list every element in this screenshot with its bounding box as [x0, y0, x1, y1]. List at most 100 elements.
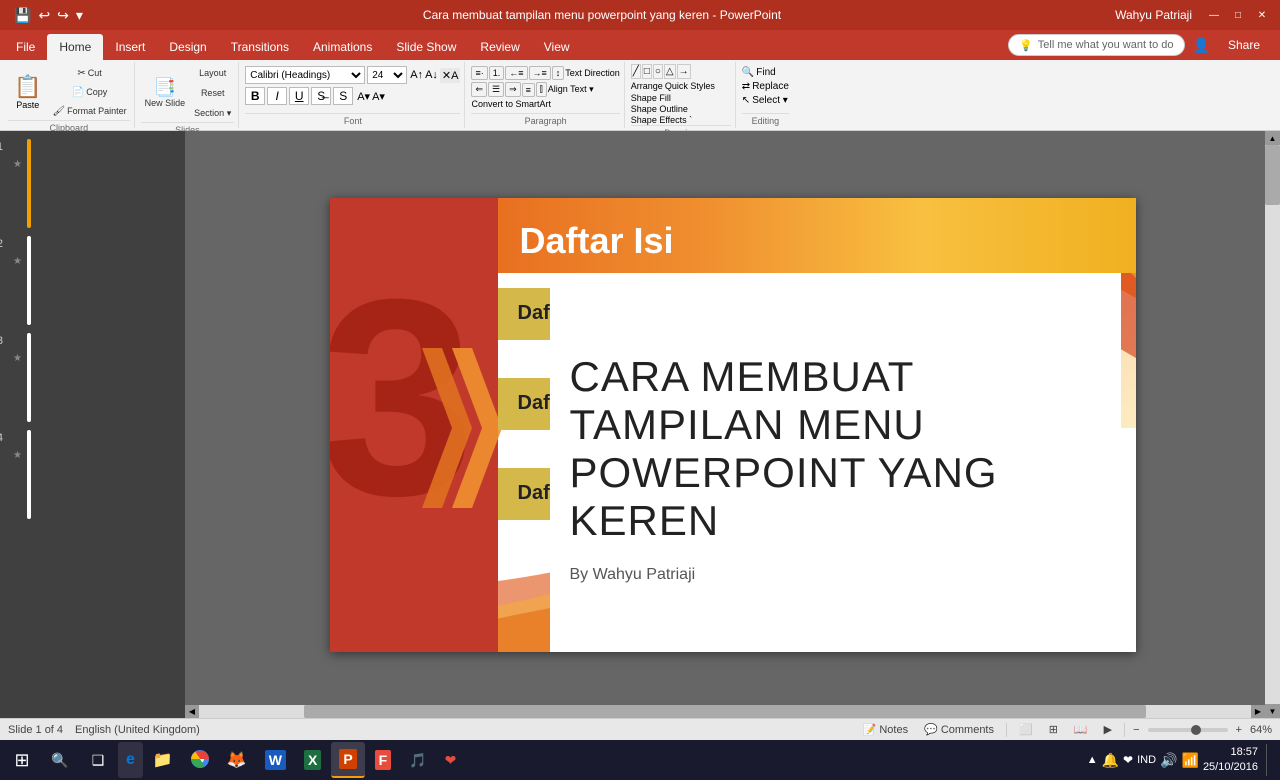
tab-animations[interactable]: Animations — [301, 34, 384, 60]
scroll-right-button[interactable]: ▶ — [1251, 705, 1265, 718]
shape-arrow[interactable]: → — [677, 64, 691, 79]
h-scroll-thumb[interactable] — [304, 705, 1146, 718]
edge-app[interactable]: e — [118, 742, 143, 778]
align-left-button[interactable]: ⇐ — [471, 82, 487, 97]
slide-3-thumbnail[interactable]: ▶ DAFTAR 2 — [27, 333, 31, 422]
undo-icon[interactable]: ↩ — [36, 5, 52, 26]
tab-review[interactable]: Review — [468, 34, 531, 60]
slide-sorter-button[interactable]: ⊞ — [1045, 722, 1062, 737]
new-slide-button[interactable]: 📑 New Slide — [141, 67, 190, 119]
horizontal-scrollbar[interactable]: ◀ ▶ — [185, 705, 1265, 718]
zoom-out-button[interactable]: − — [1133, 724, 1139, 736]
copy-button[interactable]: 📄 Copy — [49, 83, 129, 101]
close-button[interactable]: ✕ — [1252, 6, 1272, 24]
language-indicator[interactable]: IND — [1137, 754, 1156, 766]
justify-button[interactable]: ≡ — [522, 83, 535, 97]
shape-line[interactable]: ╱ — [631, 64, 641, 79]
reset-button[interactable]: Reset — [191, 84, 234, 102]
font-size-increase-button[interactable]: A↑ — [410, 69, 423, 81]
numbering-button[interactable]: 1. — [489, 66, 505, 80]
tray-expand-icon[interactable]: ▲ — [1087, 754, 1098, 766]
replace-button[interactable]: ⇄ Replace — [742, 81, 789, 92]
slide-4-thumbnail[interactable]: ▶ DAFTAR 3 — [27, 430, 31, 519]
section-button[interactable]: Section ▾ — [191, 104, 234, 122]
customize-icon[interactable]: ▾ — [74, 5, 85, 26]
excel-app[interactable]: X — [296, 742, 329, 778]
editor-area[interactable]: ▲ ▼ — [185, 131, 1280, 718]
font-size-select[interactable]: 24 — [367, 66, 407, 84]
decrease-indent-button[interactable]: ←≡ — [505, 66, 527, 80]
align-center-button[interactable]: ☰ — [488, 82, 504, 97]
scroll-up-button[interactable]: ▲ — [1265, 131, 1280, 145]
slide-1-thumbnail[interactable]: CARA MEMBUAT TAMPILAN MENU POWERPOINT YA… — [27, 139, 31, 228]
tab-design[interactable]: Design — [157, 34, 218, 60]
shape-fill-button[interactable]: Shape Fill — [631, 93, 731, 103]
tab-transitions[interactable]: Transitions — [219, 34, 301, 60]
slideshow-button[interactable]: ▶ — [1100, 722, 1116, 737]
minimize-button[interactable]: — — [1204, 6, 1224, 24]
shape-triangle[interactable]: △ — [664, 64, 676, 79]
layout-button[interactable]: Layout — [191, 64, 234, 82]
tab-home[interactable]: Home — [47, 34, 103, 60]
maximize-button[interactable]: □ — [1228, 6, 1248, 24]
format-painter-button[interactable]: 🖌 Format Painter — [49, 102, 129, 120]
find-button[interactable]: 🔍 Find — [742, 67, 789, 78]
quick-styles-button[interactable]: Quick Styles — [665, 81, 715, 91]
tab-slideshow[interactable]: Slide Show — [384, 34, 468, 60]
chrome-app[interactable] — [183, 742, 217, 778]
text-direction-button[interactable]: Text Direction — [565, 68, 620, 78]
vertical-scrollbar[interactable]: ▲ ▼ — [1265, 131, 1280, 718]
zoom-slider[interactable] — [1148, 728, 1228, 732]
italic-button[interactable]: I — [267, 87, 287, 105]
increase-indent-button[interactable]: →≡ — [529, 66, 551, 80]
clear-format-button[interactable]: ✕A — [440, 68, 461, 83]
scroll-track[interactable] — [1265, 145, 1280, 704]
tab-file[interactable]: File — [4, 34, 47, 60]
cut-button[interactable]: ✂ Cut — [49, 64, 129, 82]
zoom-level[interactable]: 64% — [1250, 724, 1272, 736]
arrange-button[interactable]: Arrange — [631, 81, 663, 91]
h-scroll-track[interactable] — [199, 705, 1251, 718]
columns-button[interactable]: ⫿ — [536, 82, 547, 97]
notification-icon[interactable]: 🔔 — [1102, 752, 1119, 769]
shape-oval[interactable]: ○ — [653, 64, 663, 79]
strikethrough-button[interactable]: S̶ — [311, 87, 331, 105]
line-spacing-button[interactable]: ↕ — [552, 66, 565, 80]
shape-effects-button[interactable]: Shape Effects ` — [631, 115, 731, 125]
main-title-area[interactable]: CARA MEMBUAT TAMPILAN MENU POWERPOINT YA… — [570, 353, 1101, 584]
underline-button[interactable]: U — [289, 87, 309, 105]
shape-rect[interactable]: □ — [642, 64, 652, 79]
datetime-display[interactable]: 18:57 25/10/2016 — [1203, 745, 1258, 776]
show-desktop-icon[interactable] — [1266, 744, 1272, 776]
explorer-app[interactable]: 📁 — [145, 742, 181, 778]
firefox-app[interactable]: 🦊 — [219, 742, 255, 778]
smartart-button[interactable]: Convert to SmartArt — [471, 99, 619, 109]
app-heart[interactable]: ❤ — [437, 742, 465, 778]
app-s[interactable]: 🎵 — [401, 742, 434, 778]
comments-button[interactable]: 💬 Comments — [920, 722, 998, 737]
bold-button[interactable]: B — [245, 87, 265, 105]
keyboard-layout-icon[interactable]: ❤ — [1123, 753, 1133, 767]
tell-me-bar[interactable]: 💡 Tell me what you want to do — [1008, 34, 1184, 56]
start-button[interactable]: ⊞ — [4, 742, 40, 778]
app-f[interactable]: F — [367, 742, 400, 778]
save-icon[interactable]: 💾 — [12, 5, 33, 26]
select-button[interactable]: ↖ Select ▾ — [742, 95, 789, 106]
word-app[interactable]: W — [257, 742, 294, 778]
slide-panel[interactable]: 1 ★ CARA MEMBUAT TAMPILAN MENU POWERPOIN… — [0, 131, 185, 718]
bullets-button[interactable]: ≡· — [471, 66, 487, 80]
scroll-left-button[interactable]: ◀ — [185, 705, 199, 718]
font-color-button[interactable]: A▾ — [357, 90, 370, 103]
scroll-down-button[interactable]: ▼ — [1265, 704, 1280, 718]
font-size-decrease-button[interactable]: A↓ — [425, 69, 438, 81]
tab-insert[interactable]: Insert — [103, 34, 157, 60]
zoom-in-button[interactable]: + — [1236, 724, 1242, 736]
paste-button[interactable]: 📋 Paste — [8, 66, 47, 118]
tab-view[interactable]: View — [532, 34, 582, 60]
scroll-thumb[interactable] — [1265, 145, 1280, 205]
font-name-select[interactable]: Calibri (Headings) — [245, 66, 365, 84]
highlight-color-button[interactable]: A▾ — [372, 90, 385, 103]
task-view-button[interactable]: ❑ — [80, 742, 116, 778]
share-button[interactable]: Share — [1216, 34, 1272, 56]
powerpoint-app[interactable]: P — [331, 742, 364, 778]
